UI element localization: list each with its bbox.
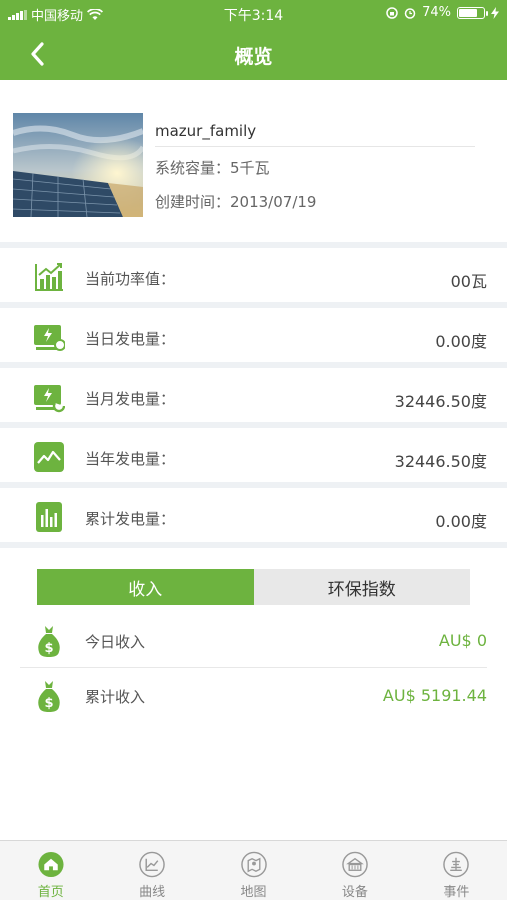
page-title: 概览 <box>234 46 273 68</box>
creation-date: 创建时间：2013/07/19 <box>155 193 317 211</box>
money-bag-icon: $ <box>38 626 60 657</box>
stats-list: 当前功率值： 00瓦 当日发电量： 0.00度 当月发电量： 32446.50度… <box>0 248 507 548</box>
battery-percent: 74% <box>422 5 451 20</box>
curve-icon <box>139 851 165 878</box>
income-today: $ 今日收入 AU$ 0 <box>0 613 507 668</box>
year-energy-icon <box>34 442 64 472</box>
total-energy-icon <box>36 502 62 532</box>
income-value: AU$ 0 <box>438 631 487 650</box>
tab-label: 设备 <box>341 885 368 900</box>
month-energy-icon <box>34 385 65 413</box>
plant-profile: mazur_family 系统容量：5千瓦 创建时间：2013/07/19 <box>0 80 507 248</box>
income-label: 今日收入 <box>85 633 146 651</box>
nav-bar: 概览 <box>0 28 507 80</box>
stat-label: 累计发电量： <box>85 510 176 528</box>
alarm-icon <box>404 7 416 19</box>
stat-value: 0.00度 <box>435 512 487 531</box>
tab-label: 曲线 <box>139 885 166 900</box>
event-icon <box>443 851 470 878</box>
tab-label: 地图 <box>240 885 267 900</box>
stat-value: 00瓦 <box>450 272 487 291</box>
stat-label: 当日发电量： <box>85 330 176 348</box>
day-energy-icon <box>34 325 65 351</box>
tab-label: 事件 <box>443 885 470 900</box>
tab-eco-index[interactable]: 环保指数 <box>253 569 470 605</box>
tab-home[interactable]: 首页 <box>0 841 101 900</box>
svg-text:$: $ <box>44 641 53 656</box>
orientation-lock-icon <box>386 6 398 19</box>
stat-current-power[interactable]: 当前功率值： 00瓦 <box>0 248 507 308</box>
svg-text:$: $ <box>44 696 53 711</box>
income-list: $ 今日收入 AU$ 0 $ 累计收入 AU$ 5191.44 <box>0 613 507 723</box>
tab-device[interactable]: 设备 <box>304 841 405 900</box>
segment-tabs: 收入 环保指数 <box>37 569 470 605</box>
stat-year-energy[interactable]: 当年发电量： 32446.50度 <box>0 428 507 488</box>
tab-event[interactable]: 事件 <box>406 841 507 900</box>
map-icon <box>240 851 267 878</box>
stat-day-energy[interactable]: 当日发电量： 0.00度 <box>0 308 507 368</box>
charging-icon <box>491 6 499 19</box>
plant-name: mazur_family <box>155 122 257 140</box>
income-label: 累计收入 <box>85 688 146 706</box>
tab-label: 首页 <box>37 885 64 900</box>
stat-value: 0.00度 <box>435 332 487 351</box>
stat-label: 当前功率值： <box>85 270 176 288</box>
bottom-tab-bar: 首页 曲线 地图 设备 事件 <box>0 840 507 900</box>
tab-income[interactable]: 收入 <box>37 569 254 605</box>
stat-month-energy[interactable]: 当月发电量： 32446.50度 <box>0 368 507 428</box>
battery-icon <box>457 6 488 19</box>
stat-label: 当月发电量： <box>85 390 176 408</box>
stat-label: 当年发电量： <box>85 450 176 468</box>
power-chart-icon <box>35 263 63 291</box>
device-icon <box>342 851 368 878</box>
income-total: $ 累计收入 AU$ 5191.44 <box>0 668 507 723</box>
stat-total-energy[interactable]: 累计发电量： 0.00度 <box>0 488 507 548</box>
stat-value: 32446.50度 <box>394 452 487 471</box>
tab-curve[interactable]: 曲线 <box>101 841 202 900</box>
money-bag-icon: $ <box>38 681 60 712</box>
status-right: 74% <box>386 5 499 20</box>
income-value: AU$ 5191.44 <box>382 686 487 705</box>
plant-photo <box>13 113 143 217</box>
divider <box>155 146 475 147</box>
system-capacity: 系统容量：5千瓦 <box>155 159 270 177</box>
tab-map[interactable]: 地图 <box>203 841 304 900</box>
status-bar: 中国移动 下午3:14 74% <box>0 0 507 28</box>
home-icon <box>38 851 64 878</box>
stat-value: 32446.50度 <box>394 392 487 411</box>
